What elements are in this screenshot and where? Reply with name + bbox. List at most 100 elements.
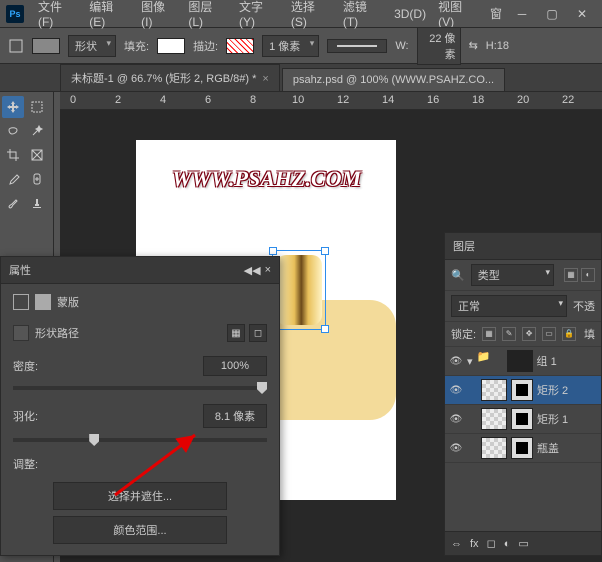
fx-icon[interactable]: fx (470, 538, 479, 550)
wand-tool[interactable] (26, 120, 48, 142)
brush-tool[interactable] (2, 192, 24, 214)
adjust-label: 调整: (13, 456, 38, 472)
frame-tool[interactable] (26, 144, 48, 166)
lasso-tool[interactable] (2, 120, 24, 142)
shape-tool-icon (8, 38, 24, 54)
layer-rect-1[interactable]: 👁 矩形 1 (445, 405, 601, 434)
lock-artboard-icon[interactable]: ▭ (542, 327, 556, 341)
eyedropper-tool[interactable] (2, 168, 24, 190)
heal-tool[interactable] (26, 168, 48, 190)
document-tab-1[interactable]: 未标题-1 @ 66.7% (矩形 2, RGB/8#) *× (60, 64, 280, 91)
feather-slider[interactable] (13, 438, 267, 442)
fill-label: 填 (584, 326, 595, 342)
stroke-color-swatch[interactable] (226, 38, 254, 54)
menu-bar: Ps 文件(F) 编辑(E) 图像(I) 图层(L) 文字(Y) 选择(S) 滤… (0, 0, 602, 28)
fill-label: 填充: (124, 38, 149, 54)
link-layers-icon[interactable]: ⇔ (451, 538, 462, 550)
mask-tab-label: 蒙版 (57, 294, 79, 310)
layer-name[interactable]: 矩形 1 (537, 411, 568, 427)
link-wh-icon[interactable]: ⇆ (469, 39, 478, 52)
vector-mask-icon[interactable]: ◻ (249, 324, 267, 342)
lock-move-icon[interactable]: ✥ (522, 327, 536, 341)
layer-thumb (481, 408, 507, 430)
width-input[interactable]: 22 像素 (417, 27, 461, 65)
window-controls: ─ ▢ ✕ (508, 4, 596, 24)
panel-collapse-icon[interactable]: ◀◀ (244, 264, 261, 277)
stroke-style-dropdown[interactable] (327, 39, 387, 53)
mask-icon-fill[interactable] (35, 294, 51, 310)
group-icon[interactable]: ▭ (518, 537, 528, 550)
move-tool[interactable] (2, 96, 24, 118)
layer-mask-thumb (511, 379, 533, 401)
selection-box[interactable] (272, 250, 326, 330)
layer-name[interactable]: 组 1 (537, 353, 557, 369)
lock-all-icon[interactable]: 🔒 (562, 327, 576, 341)
document-tab-2[interactable]: psahz.psd @ 100% (WWW.PSAHZ.CO... (282, 68, 505, 91)
layer-mask-thumb (511, 437, 533, 459)
shape-mode-dropdown[interactable]: 形状 (68, 35, 116, 57)
panel-close-icon[interactable]: × (265, 264, 271, 277)
menu-image[interactable]: 图像(I) (135, 0, 182, 29)
density-input[interactable]: 100% (203, 356, 267, 376)
watermark-text: WWW.PSAHZ.COM (172, 166, 361, 192)
layers-panel: 图层 🔍 类型 ▦ ◐ 正常 不透 锁定: ▦ ✎ ✥ ▭ 🔒 填 👁 ▾ 📁 … (444, 232, 602, 556)
density-label: 密度: (13, 358, 38, 374)
handle-tr[interactable] (321, 247, 329, 255)
ruler-horizontal: 024681012141618202224 (60, 92, 602, 110)
menu-edit[interactable]: 编辑(E) (83, 0, 135, 29)
close-button[interactable]: ✕ (568, 4, 596, 24)
expand-icon[interactable]: ▾ (467, 355, 473, 368)
stroke-size-dropdown[interactable]: 1 像素 (262, 35, 319, 57)
layer-rect-2[interactable]: 👁 矩形 2 (445, 376, 601, 405)
stamp-tool[interactable] (26, 192, 48, 214)
maximize-button[interactable]: ▢ (538, 4, 566, 24)
filter-adjust-icon[interactable]: ◐ (581, 268, 595, 282)
layer-name[interactable]: 矩形 2 (537, 382, 568, 398)
select-and-mask-button[interactable]: 选择并遮住... (53, 482, 227, 510)
handle-br[interactable] (321, 325, 329, 333)
adjustment-icon[interactable]: ◐ (504, 538, 511, 550)
document-tabs: 未标题-1 @ 66.7% (矩形 2, RGB/8#) *× psahz.ps… (0, 64, 602, 92)
lock-paint-icon[interactable]: ✎ (502, 327, 516, 341)
marquee-tool[interactable] (26, 96, 48, 118)
menu-view[interactable]: 视图(V) (432, 0, 484, 29)
mask-icon-outline[interactable] (13, 294, 29, 310)
options-bar: 形状 填充: 描边: 1 像素 W: 22 像素 ⇆ H:18 (0, 28, 602, 64)
menu-select[interactable]: 选择(S) (285, 0, 337, 29)
blend-mode-dropdown[interactable]: 正常 (451, 295, 567, 317)
shape-path-label: 形状路径 (35, 325, 79, 341)
layer-kind-dropdown[interactable]: 类型 (471, 264, 554, 286)
visibility-icon[interactable]: 👁 (449, 385, 463, 396)
filter-pixel-icon[interactable]: ▦ (564, 268, 578, 282)
layer-cap[interactable]: 👁 瓶盖 (445, 434, 601, 463)
visibility-icon[interactable]: 👁 (449, 356, 463, 367)
layer-group-1[interactable]: 👁 ▾ 📁 组 1 (445, 347, 601, 376)
menu-file[interactable]: 文件(F) (32, 0, 83, 29)
visibility-icon[interactable]: 👁 (449, 414, 463, 425)
pixel-mask-icon[interactable]: ▦ (227, 324, 245, 342)
close-tab-icon[interactable]: × (262, 73, 268, 85)
menu-window[interactable]: 窗 (484, 5, 508, 22)
minimize-button[interactable]: ─ (508, 4, 536, 24)
app-logo: Ps (6, 5, 24, 23)
stroke-label: 描边: (193, 38, 218, 54)
feather-input[interactable]: 8.1 像素 (203, 404, 267, 428)
fill-color-swatch[interactable] (157, 38, 185, 54)
layer-name[interactable]: 瓶盖 (537, 440, 559, 456)
menu-filter[interactable]: 滤镜(T) (337, 0, 388, 29)
fill-swatch[interactable] (32, 38, 60, 54)
search-icon[interactable]: 🔍 (451, 269, 465, 282)
handle-tl[interactable] (269, 247, 277, 255)
visibility-icon[interactable]: 👁 (449, 443, 463, 454)
menu-3d[interactable]: 3D(D) (388, 7, 432, 21)
crop-tool[interactable] (2, 144, 24, 166)
menu-layer[interactable]: 图层(L) (182, 0, 233, 29)
properties-panel: 属性 ◀◀× 蒙版 形状路径 ▦ ◻ 密度: 100% 羽化: 8.1 像素 (0, 256, 280, 556)
layer-thumb (481, 437, 507, 459)
color-range-button[interactable]: 颜色范围... (53, 516, 227, 544)
menu-type[interactable]: 文字(Y) (233, 0, 285, 29)
mask-add-icon[interactable]: ◻ (487, 537, 496, 550)
opacity-label: 不透 (573, 298, 595, 314)
lock-transparent-icon[interactable]: ▦ (482, 327, 496, 341)
density-slider[interactable] (13, 386, 267, 390)
